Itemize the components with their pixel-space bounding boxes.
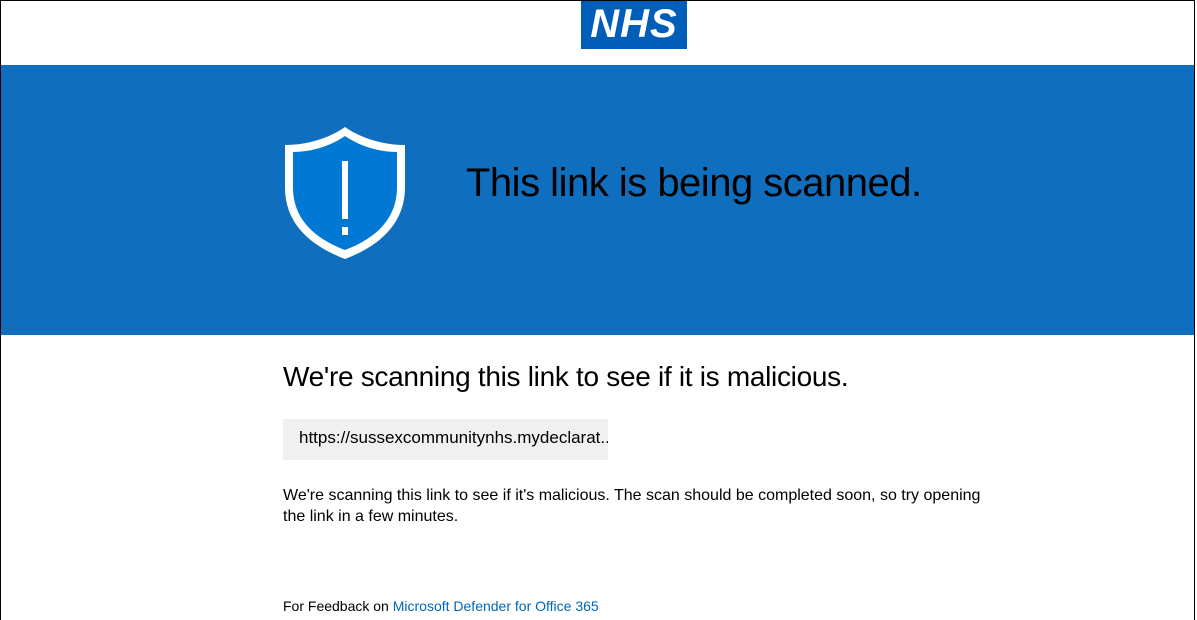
header: NHS: [1, 1, 1194, 65]
defender-feedback-link[interactable]: Microsoft Defender for Office 365: [393, 598, 599, 614]
description: We're scanning this link to see if it's …: [283, 487, 981, 525]
page: NHS This link is being scanned. We're sc…: [0, 0, 1195, 620]
banner-title: This link is being scanned.: [466, 161, 922, 205]
scan-banner: This link is being scanned.: [1, 65, 1194, 335]
nhs-logo: NHS: [581, 1, 687, 49]
content: We're scanning this link to see if it is…: [283, 361, 1003, 527]
feedback-text: For Feedback on Microsoft Defender for O…: [283, 598, 599, 614]
content-heading: We're scanning this link to see if it is…: [283, 361, 849, 392]
feedback-prefix: For Feedback on: [283, 598, 393, 614]
shield-exclamation-icon: [285, 127, 405, 259]
scanned-url: https://sussexcommunitynhs.mydeclarat...: [283, 419, 608, 460]
